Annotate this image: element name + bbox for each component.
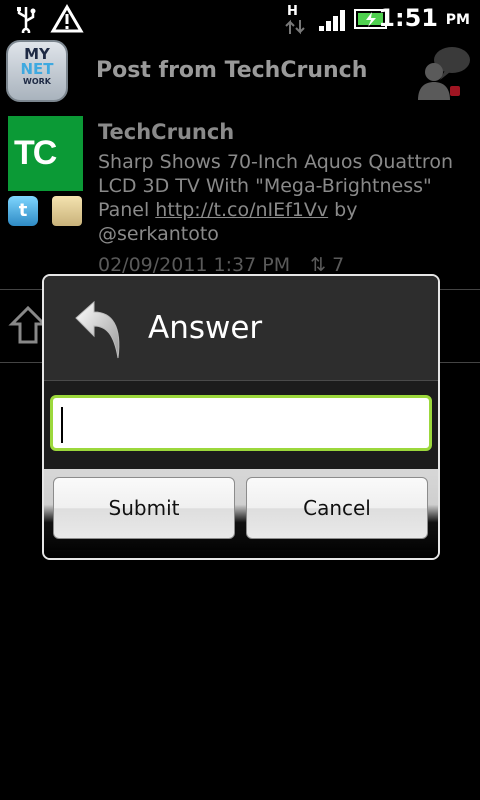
answer-input[interactable] [50,395,432,451]
dialog-button-bar: Submit Cancel [44,469,438,558]
text-cursor [61,407,63,443]
post-text: Sharp Shows 70-Inch Aquos Quattron LCD 3… [98,150,468,246]
user-face-icon [52,196,82,226]
post-author: TechCrunch [98,120,235,144]
avatar-text: TC [14,134,57,172]
answer-dialog: Answer Submit Cancel [42,274,440,560]
signal-icon [319,10,345,31]
twitter-icon: t [8,196,38,226]
mynetwork-logo[interactable]: MY NET WORK [6,40,68,102]
post-link[interactable]: http://t.co/nIEf1Vv [155,199,328,221]
retweet-icon: ⇅ [310,254,327,276]
status-bar: H 1:51 PM [0,0,480,38]
submit-button[interactable]: Submit [53,477,235,539]
cancel-button[interactable]: Cancel [246,477,428,539]
logo-line-2: NET [20,60,54,78]
post-meta: 02/09/2011 1:37 PM ⇅ 7 [98,254,344,276]
app-header: MY NET WORK Post from TechCrunch [0,38,480,110]
post-timestamp: 02/09/2011 1:37 PM [98,254,291,276]
svg-text:H: H [287,4,298,19]
dialog-body [44,381,438,469]
retweet-count: 7 [332,254,345,276]
post-item: TC t TechCrunch Sharp Shows 70-Inch Aquo… [0,110,480,288]
clock-time: 1:51 [378,4,438,32]
usb-icon [17,7,36,33]
dialog-header: Answer [44,276,438,380]
author-avatar[interactable]: TC [8,116,83,191]
logo-line-1: MY [24,45,50,63]
warning-icon [50,4,84,33]
logo-line-3: WORK [23,77,51,86]
data-hspa-icon: H [285,4,305,35]
reply-arrow-icon [75,300,120,359]
page-title: Post from TechCrunch [96,58,368,83]
clock-ampm: PM [445,12,470,28]
dialog-title: Answer [148,310,263,346]
user-chat-icon[interactable] [414,42,474,102]
